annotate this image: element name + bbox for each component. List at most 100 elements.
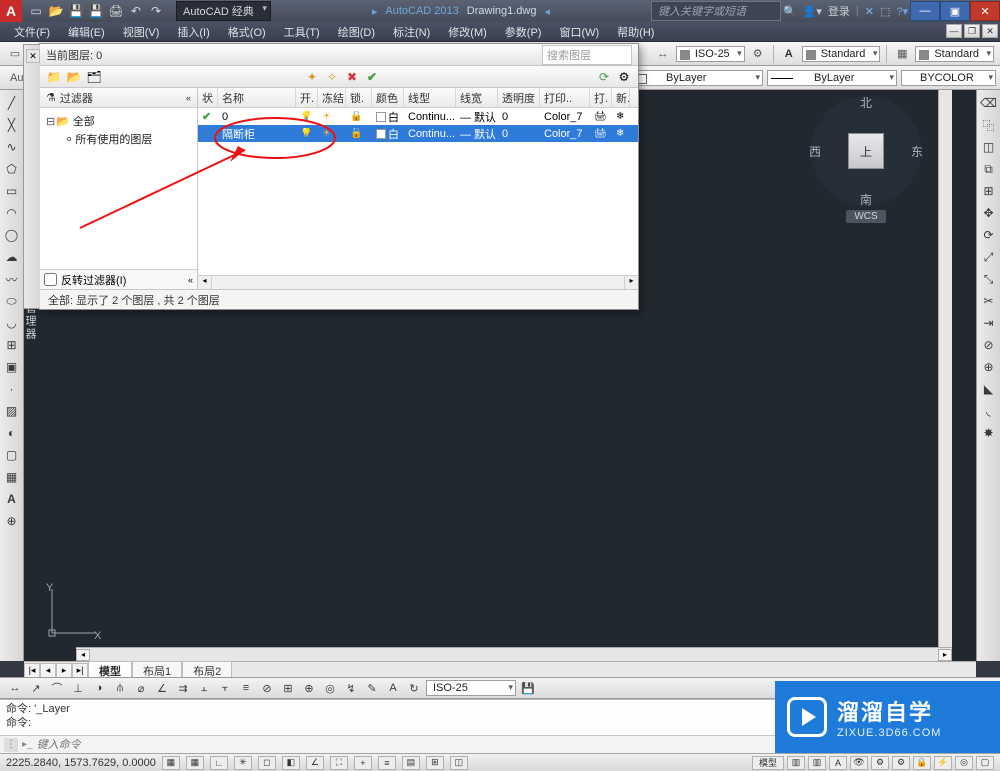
layer-row[interactable]: ✔ 0 💡 ☀ 🔓 白 Continu... — 默认 0 Color_7 🖨 … bbox=[198, 108, 638, 125]
viewcube-face[interactable]: 上 bbox=[848, 133, 884, 169]
coords-readout[interactable]: 2225.2840, 1573.7629, 0.0000 bbox=[6, 757, 156, 769]
region-icon[interactable]: ▢ bbox=[3, 446, 21, 464]
tpy-toggle[interactable]: ▤ bbox=[402, 756, 420, 770]
dimstyle2-dropdown[interactable]: ISO-25 bbox=[426, 680, 516, 696]
table-icon[interactable]: ▦ bbox=[893, 45, 911, 63]
new-icon[interactable]: ▭ bbox=[28, 3, 44, 19]
gradient-icon[interactable]: ◐ bbox=[3, 424, 21, 442]
tolerance-icon[interactable]: ⊞ bbox=[279, 679, 297, 697]
polygon-icon[interactable]: ⬠ bbox=[3, 160, 21, 178]
addselected-icon[interactable]: ⊕ bbox=[3, 512, 21, 530]
dimstyle-save-icon[interactable]: 💾 bbox=[519, 679, 537, 697]
dimarc-icon[interactable]: ⌒ bbox=[48, 679, 66, 697]
transparency-cell[interactable]: 0 bbox=[498, 111, 540, 123]
lock-icon[interactable]: 🔓 bbox=[350, 111, 362, 122]
menu-draw[interactable]: 绘图(D) bbox=[330, 22, 383, 42]
col-newvp[interactable]: 新. bbox=[612, 88, 630, 107]
delete-layer-icon[interactable]: ✖ bbox=[344, 69, 360, 85]
saveas-icon[interactable]: 💾 bbox=[88, 3, 104, 19]
fillet-icon[interactable]: ◟ bbox=[980, 402, 998, 420]
stretch-icon[interactable]: ⤡ bbox=[980, 270, 998, 288]
ws-switch-icon[interactable]: ⚙ bbox=[892, 756, 910, 770]
new-group-filter-icon[interactable]: 📂 bbox=[66, 69, 82, 85]
linetype-dropdown[interactable]: ByLayer bbox=[767, 70, 897, 86]
col-on[interactable]: 开. bbox=[296, 88, 318, 107]
dim-icon[interactable]: ↔ bbox=[654, 45, 672, 63]
printer-icon[interactable]: 🖨 bbox=[594, 128, 607, 139]
hatch-icon[interactable]: ▨ bbox=[3, 402, 21, 420]
dimupdate-icon[interactable]: ↻ bbox=[405, 679, 423, 697]
3dosnap-toggle[interactable]: ◧ bbox=[282, 756, 300, 770]
bulb-icon[interactable]: 💡 bbox=[300, 128, 312, 139]
redo-icon[interactable]: ↷ bbox=[148, 3, 164, 19]
close-button[interactable]: ✕ bbox=[970, 1, 1000, 21]
dimcont-icon[interactable]: ⫟ bbox=[216, 679, 234, 697]
chamfer-icon[interactable]: ◣ bbox=[980, 380, 998, 398]
layer-name[interactable]: 0 bbox=[218, 111, 296, 123]
viewcube[interactable]: 上 北 西 东 南 WCS bbox=[806, 96, 926, 236]
diminspect-icon[interactable]: ◎ bbox=[321, 679, 339, 697]
sun-icon[interactable]: ☀ bbox=[322, 111, 331, 122]
block-icon[interactable]: ▣ bbox=[3, 358, 21, 376]
polyline-icon[interactable]: ∿ bbox=[3, 138, 21, 156]
ellipse-icon[interactable]: ⬭ bbox=[3, 292, 21, 310]
dimrad-icon[interactable]: ◑ bbox=[90, 679, 108, 697]
lineweight-cell[interactable]: — 默认 bbox=[456, 126, 498, 142]
copy2-icon[interactable]: ⿻ bbox=[980, 116, 998, 134]
plotstyle-cell[interactable]: Color_7 bbox=[540, 128, 590, 140]
doc-close-button[interactable]: ✕ bbox=[982, 24, 998, 38]
scroll-left-icon[interactable]: ◂ bbox=[76, 649, 90, 661]
isolate-icon[interactable]: ◎ bbox=[955, 756, 973, 770]
cleanscreen-icon[interactable]: ▢ bbox=[976, 756, 994, 770]
menu-help[interactable]: 帮助(H) bbox=[609, 22, 662, 42]
explode-icon[interactable]: ✸ bbox=[980, 424, 998, 442]
otrack-toggle[interactable]: ∠ bbox=[306, 756, 324, 770]
col-color[interactable]: 颜色 bbox=[372, 88, 404, 107]
table-draw-icon[interactable]: ▦ bbox=[3, 468, 21, 486]
sun-icon[interactable]: ☀ bbox=[322, 128, 331, 139]
new-doc-icon[interactable]: ▭ bbox=[6, 45, 24, 63]
menu-dim[interactable]: 标注(N) bbox=[385, 22, 438, 42]
arc-icon[interactable]: ◠ bbox=[3, 204, 21, 222]
menu-format[interactable]: 格式(O) bbox=[220, 22, 274, 42]
col-name[interactable]: 名称 bbox=[218, 88, 296, 107]
hardware-accel-icon[interactable]: ⚡ bbox=[934, 756, 952, 770]
col-plot[interactable]: 打. bbox=[590, 88, 612, 107]
open-icon[interactable]: 📂 bbox=[48, 3, 64, 19]
rotate-icon[interactable]: ⟳ bbox=[980, 226, 998, 244]
toolbar-lock-icon[interactable]: 🔒 bbox=[913, 756, 931, 770]
set-current-icon[interactable]: ✔ bbox=[364, 69, 380, 85]
menu-insert[interactable]: 插入(I) bbox=[169, 22, 217, 42]
array-icon[interactable]: ⊞ bbox=[980, 182, 998, 200]
qdim-icon[interactable]: ⇉ bbox=[174, 679, 192, 697]
invert-filter-checkbox[interactable] bbox=[44, 273, 57, 286]
list-scroll-left-icon[interactable]: ◂ bbox=[198, 276, 212, 289]
layer-color-dropdown[interactable]: ByLayer bbox=[633, 70, 763, 86]
dimjogline-icon[interactable]: ↯ bbox=[342, 679, 360, 697]
newvp-icon[interactable]: ❄ bbox=[616, 111, 624, 122]
signin-icon[interactable]: 👤▾ bbox=[803, 5, 822, 18]
tab-arrow-icon[interactable]: ▸ bbox=[372, 5, 378, 18]
point-icon[interactable]: · bbox=[3, 380, 21, 398]
help-icon[interactable]: ?▾ bbox=[896, 5, 908, 18]
dimang-icon[interactable]: ∠ bbox=[153, 679, 171, 697]
lwt-toggle[interactable]: ≡ bbox=[378, 756, 396, 770]
dimtedit-icon[interactable]: A bbox=[384, 679, 402, 697]
menu-view[interactable]: 视图(V) bbox=[115, 22, 168, 42]
new-filter-icon[interactable]: 📁 bbox=[46, 69, 62, 85]
ellipsearc-icon[interactable]: ◡ bbox=[3, 314, 21, 332]
col-linetype[interactable]: 线型 bbox=[404, 88, 456, 107]
hscrollbar[interactable]: ◂ ▸ bbox=[76, 647, 952, 661]
a360-icon[interactable]: ⬚ bbox=[880, 5, 890, 18]
app-logo[interactable]: A bbox=[0, 0, 22, 22]
polar-toggle[interactable]: ✳ bbox=[234, 756, 252, 770]
dimstyle-dropdown[interactable]: ISO-25 bbox=[676, 46, 745, 62]
ortho-toggle[interactable]: ∟ bbox=[210, 756, 228, 770]
scroll-right-icon[interactable]: ▸ bbox=[938, 649, 952, 661]
wcs-badge[interactable]: WCS bbox=[846, 210, 885, 223]
textstyle-dropdown[interactable]: Standard bbox=[802, 46, 881, 62]
line-icon[interactable]: ╱ bbox=[3, 94, 21, 112]
help-search[interactable]: 键入关键字或短语 bbox=[651, 1, 781, 21]
save-icon[interactable]: 💾 bbox=[68, 3, 84, 19]
insert-icon[interactable]: ⊞ bbox=[3, 336, 21, 354]
